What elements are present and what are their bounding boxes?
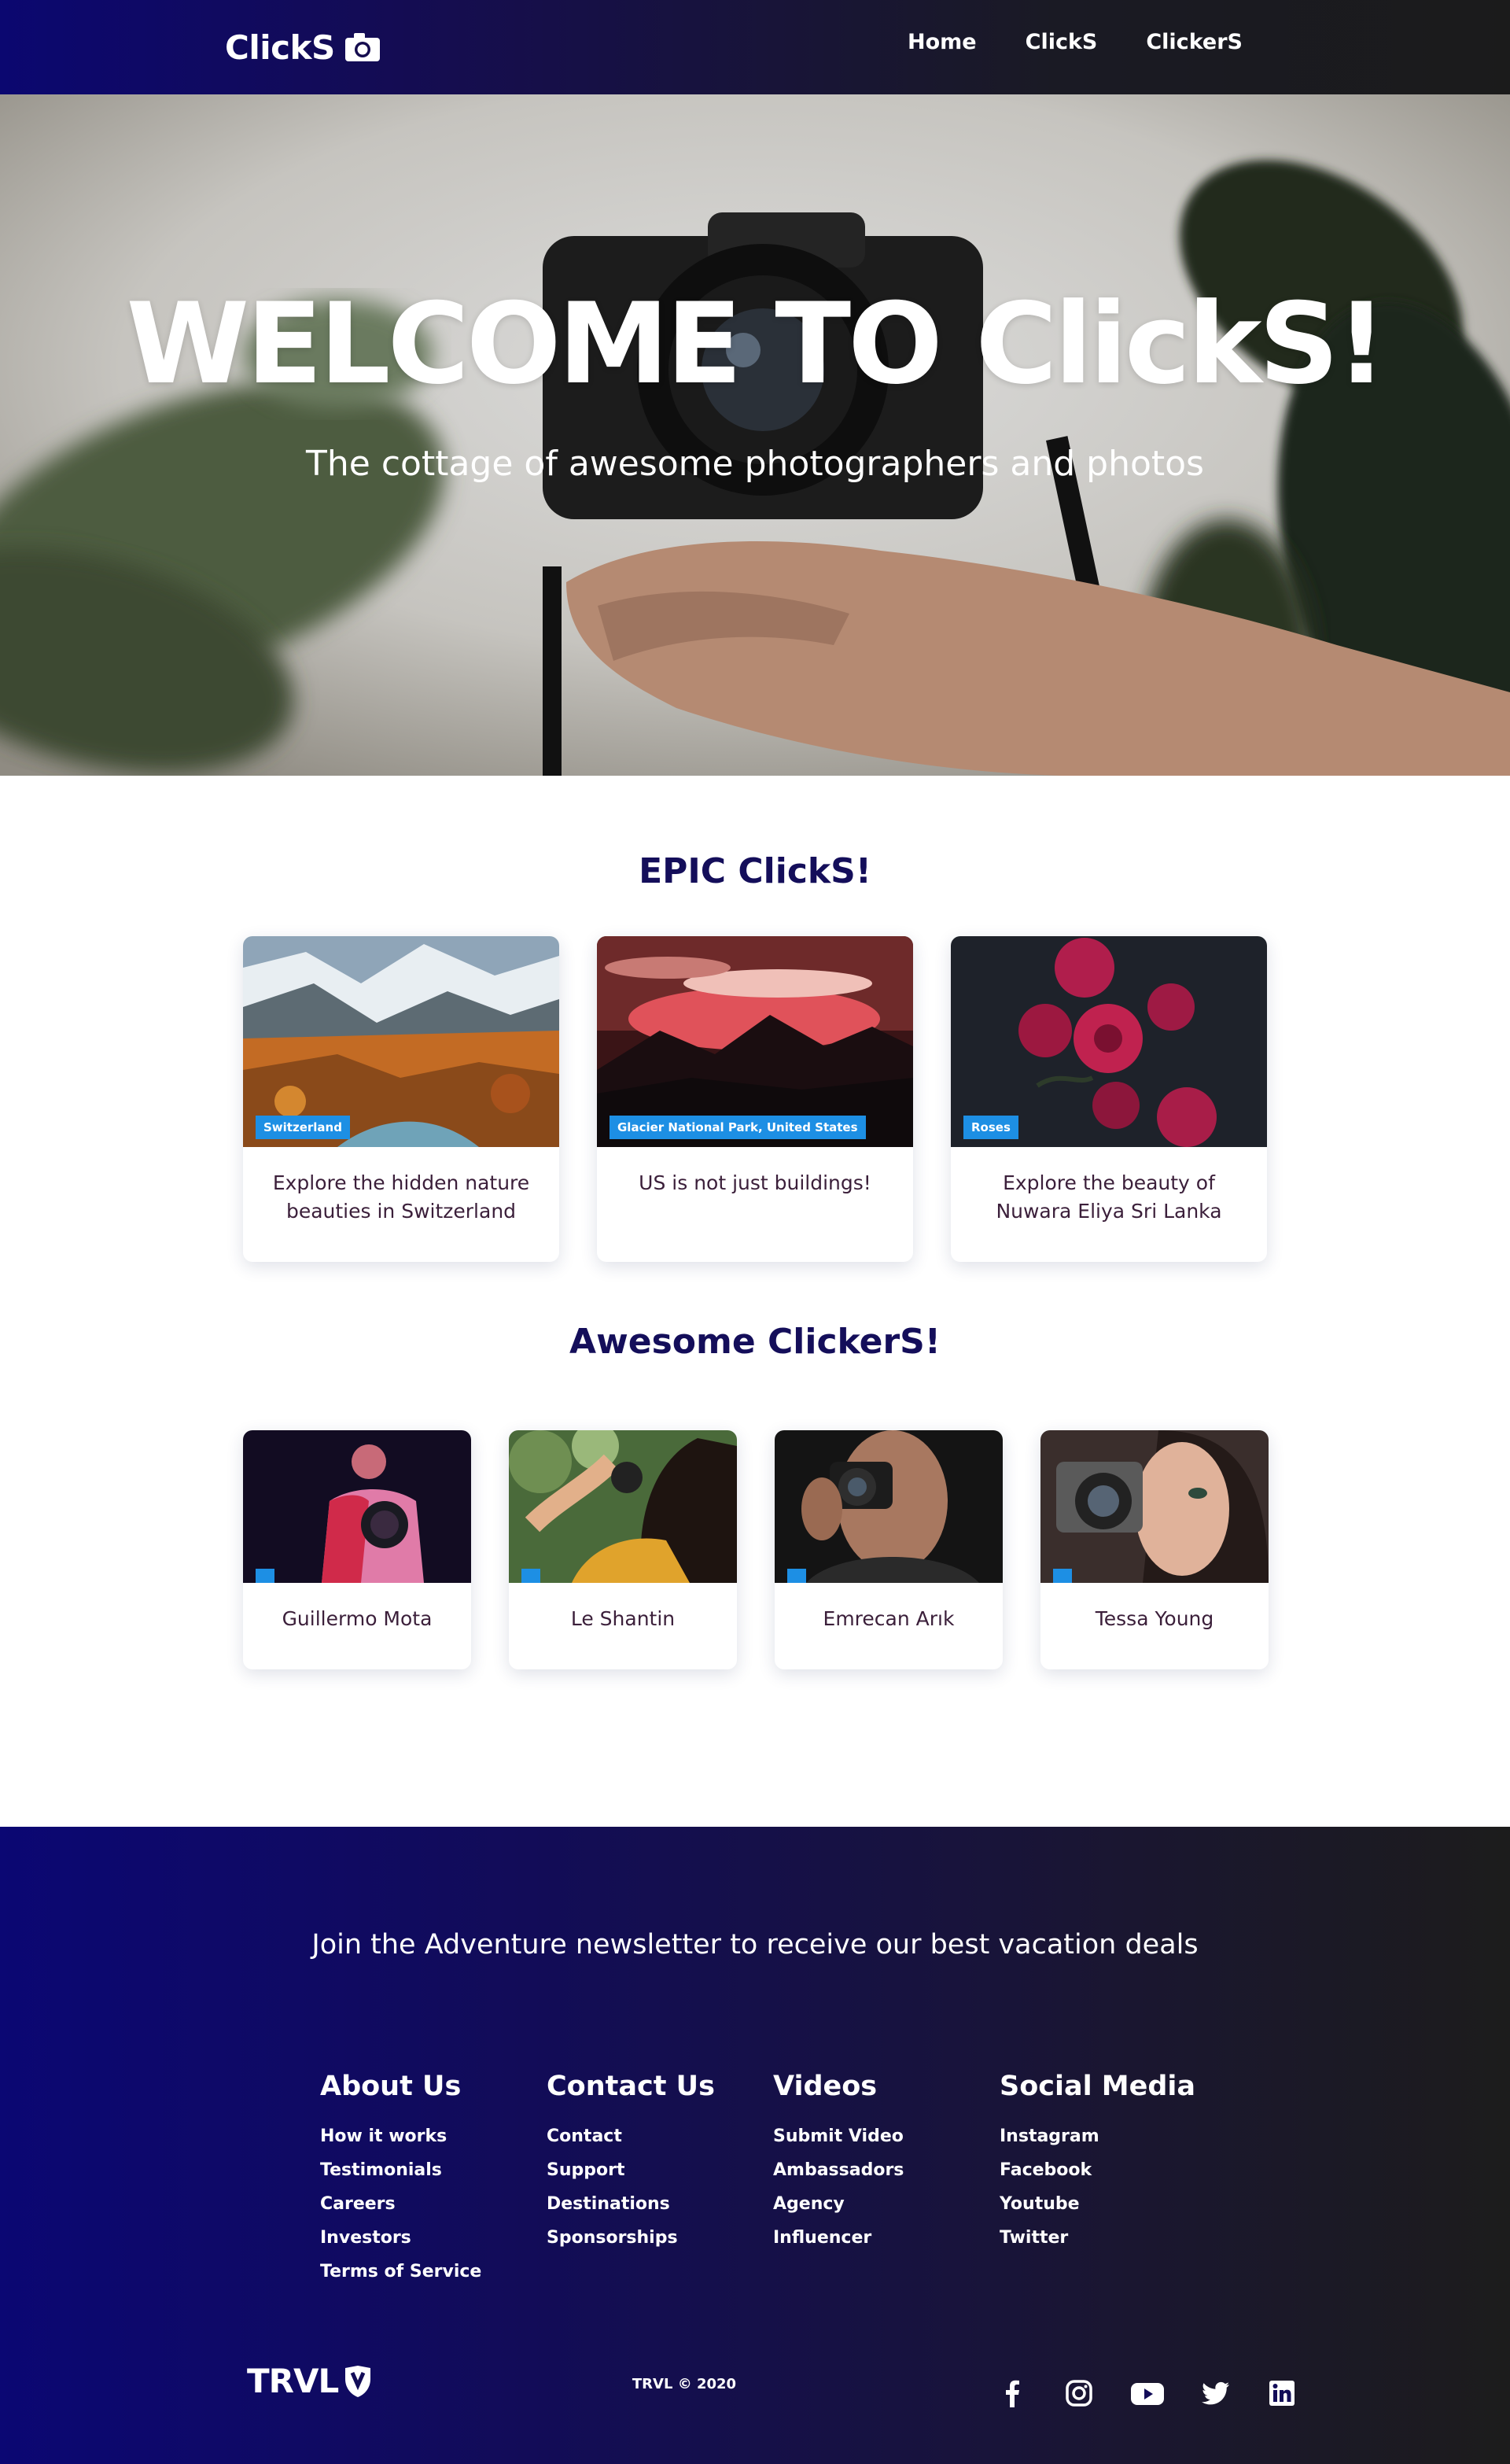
nav-clicks[interactable]: ClickS xyxy=(1026,30,1098,54)
twitter-icon[interactable] xyxy=(1200,2377,1232,2409)
footer-link[interactable]: Agency xyxy=(773,2187,904,2221)
photo-card[interactable]: Switzerland Explore the hidden nature be… xyxy=(243,936,559,1262)
footer-link[interactable]: How it works xyxy=(320,2119,481,2153)
main-nav: Home ClickS ClickerS xyxy=(908,30,1243,54)
footer-link[interactable]: Submit Video xyxy=(773,2119,904,2153)
camera-icon xyxy=(344,33,380,61)
photographer-badge xyxy=(1053,1569,1072,1583)
nav-clickers[interactable]: ClickerS xyxy=(1146,30,1243,54)
navbar: ClickS Home ClickS ClickerS xyxy=(0,0,1510,94)
photographer-photo xyxy=(243,1430,471,1583)
newsletter-heading: Join the Adventure newsletter to receive… xyxy=(311,1929,1199,1961)
footer-column-contact: Contact Us Contact Support Destinations … xyxy=(547,2071,715,2255)
youtube-icon[interactable] xyxy=(1129,2377,1166,2409)
footer-link[interactable]: Facebook xyxy=(1000,2153,1195,2187)
footer-link[interactable]: Destinations xyxy=(547,2187,715,2221)
facebook-icon[interactable] xyxy=(997,2377,1029,2409)
card-caption: Explore the beauty of Nuwara Eliya Sri L… xyxy=(996,1171,1222,1223)
linkedin-icon[interactable] xyxy=(1266,2377,1298,2409)
photo-card[interactable]: Roses Explore the beauty of Nuwara Eliya… xyxy=(951,936,1267,1262)
hero-title: WELCOME TO ClickS! xyxy=(126,279,1387,409)
photo-card[interactable]: Glacier National Park, United States US … xyxy=(597,936,913,1262)
photographer-photo xyxy=(1040,1430,1269,1583)
photographer-name: Le Shantin xyxy=(570,1607,676,1630)
footer-link[interactable]: Instagram xyxy=(1000,2119,1195,2153)
footer-column-title: Videos xyxy=(773,2071,878,2102)
footer-column-title: Contact Us xyxy=(547,2071,715,2102)
photographer-badge xyxy=(787,1569,806,1583)
photographer-card[interactable]: Guillermo Mota xyxy=(243,1430,471,1669)
photographer-badge xyxy=(256,1569,274,1583)
photographer-name: Emrecan Arık xyxy=(823,1607,955,1630)
hero-background-image xyxy=(0,94,1510,776)
photographer-photo xyxy=(775,1430,1003,1583)
footer-column-title: About Us xyxy=(320,2071,462,2102)
photographer-name: Tessa Young xyxy=(1095,1607,1214,1630)
footer-link[interactable]: Influencer xyxy=(773,2221,904,2255)
shield-icon xyxy=(345,2365,371,2397)
photographer-badge xyxy=(521,1569,540,1583)
footer-column-title: Social Media xyxy=(1000,2071,1196,2102)
footer-link[interactable]: Twitter xyxy=(1000,2221,1195,2255)
footer-link[interactable]: Testimonials xyxy=(320,2153,481,2187)
footer-column-videos: Videos Submit Video Ambassadors Agency I… xyxy=(773,2071,904,2255)
footer-link[interactable]: Support xyxy=(547,2153,715,2187)
social-links xyxy=(997,2377,1298,2409)
logo-text: ClickS xyxy=(225,28,335,67)
footer-brand-logo[interactable]: TRVL xyxy=(247,2362,373,2400)
footer-link[interactable]: Youtube xyxy=(1000,2187,1195,2221)
photographer-card[interactable]: Le Shantin xyxy=(509,1430,737,1669)
epic-section-title: EPIC ClickS! xyxy=(639,851,871,891)
footer-link[interactable]: Ambassadors xyxy=(773,2153,904,2187)
footer-link[interactable]: Investors xyxy=(320,2221,481,2255)
footer-column-about: About Us How it works Testimonials Caree… xyxy=(320,2071,481,2289)
card-caption: Explore the hidden nature beauties in Sw… xyxy=(272,1171,530,1223)
card-location-badge: Switzerland xyxy=(256,1116,350,1139)
hero-subtitle: The cottage of awesome photographers and… xyxy=(306,444,1204,484)
photographer-card[interactable]: Tessa Young xyxy=(1040,1430,1269,1669)
footer-link[interactable]: Sponsorships xyxy=(547,2221,715,2255)
photographer-name: Guillermo Mota xyxy=(282,1607,433,1630)
nav-home[interactable]: Home xyxy=(908,30,977,54)
photographer-card[interactable]: Emrecan Arık xyxy=(775,1430,1003,1669)
footer-link[interactable]: Careers xyxy=(320,2187,481,2221)
copyright-text: TRVL © 2020 xyxy=(632,2376,737,2392)
footer-link[interactable]: Contact xyxy=(547,2119,715,2153)
footer-link[interactable]: Terms of Service xyxy=(320,2255,481,2289)
card-location-badge: Glacier National Park, United States xyxy=(610,1116,866,1139)
brand-text: TRVL xyxy=(247,2362,339,2400)
footer: Join the Adventure newsletter to receive… xyxy=(0,1827,1510,2464)
footer-column-social: Social Media Instagram Facebook Youtube … xyxy=(1000,2071,1195,2255)
card-location-badge: Roses xyxy=(963,1116,1018,1139)
clickers-section-title: Awesome ClickerS! xyxy=(569,1322,941,1362)
logo-link[interactable]: ClickS xyxy=(225,24,381,71)
hero-section: WELCOME TO ClickS! The cottage of awesom… xyxy=(0,94,1510,776)
instagram-icon[interactable] xyxy=(1063,2377,1095,2409)
card-caption: US is not just buildings! xyxy=(639,1171,871,1194)
photographer-photo xyxy=(509,1430,737,1583)
